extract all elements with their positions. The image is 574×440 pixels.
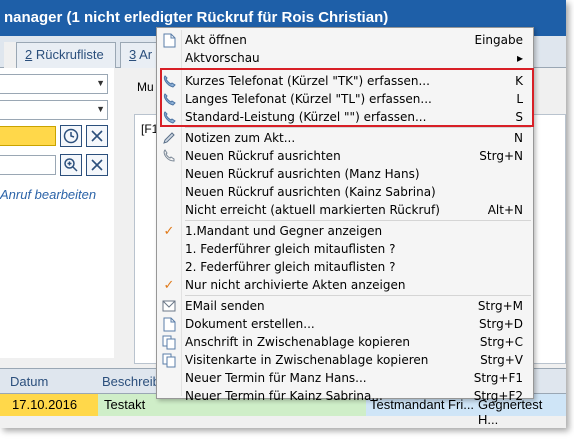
tab-rueckrufliste[interactable]: 2 Rückrufliste	[16, 42, 116, 68]
column-datum[interactable]: Datum	[10, 374, 48, 389]
menu-item-federfuehrer-2[interactable]: 2. Federführer gleich mitauflisten ?	[159, 258, 531, 276]
menu-item-neuen-rueckruf[interactable]: Neuen Rückruf ausrichten Strg+N	[159, 147, 531, 165]
menu-item-akt-oeffnen[interactable]: Akt öffnen Eingabe	[159, 31, 531, 49]
clear-button[interactable]	[86, 125, 108, 147]
menu-item-federfuehrer-1[interactable]: 1. Federführer gleich mitauflisten ?	[159, 240, 531, 258]
pencil-icon	[161, 130, 177, 146]
checkmark-icon: ✓	[163, 223, 175, 238]
dropdown-arrow-icon: ▼	[96, 104, 105, 114]
row-datum: 17.10.2016	[12, 397, 78, 412]
highlight-frame	[160, 68, 534, 127]
menu-separator	[185, 127, 531, 128]
yellow-input[interactable]	[0, 126, 56, 146]
menu-item-email[interactable]: EMail senden Strg+M	[159, 297, 531, 315]
dropdown-arrow-icon: ▼	[96, 78, 105, 88]
mu-label: Mu	[137, 80, 154, 94]
clear-search-button[interactable]	[86, 154, 108, 176]
combo-1[interactable]: ▼	[0, 74, 108, 94]
document-icon	[161, 32, 177, 48]
close-icon	[91, 159, 103, 171]
row-beschreibung: Testakt	[104, 397, 146, 412]
menu-separator	[185, 220, 531, 221]
menu-item-rueckruf-manz[interactable]: Neuen Rückruf ausrichten (Manz Hans)	[159, 165, 531, 183]
menu-item-mandant-gegner[interactable]: ✓ 1.Mandant und Gegner anzeigen	[159, 222, 531, 240]
document-icon	[161, 316, 177, 332]
menu-item-dokument[interactable]: Dokument erstellen... Strg+D	[159, 315, 531, 333]
zoom-button[interactable]	[60, 154, 82, 176]
combo-2[interactable]: ▼	[0, 100, 108, 120]
clock-button[interactable]	[60, 125, 82, 147]
copy-icon	[161, 334, 177, 350]
mail-icon	[161, 298, 177, 314]
copy-icon	[161, 352, 177, 368]
menu-item-nicht-archiviert[interactable]: ✓ Nur nicht archivierte Akten anzeigen	[159, 276, 531, 294]
left-panel: ▼ ▼	[0, 68, 114, 358]
menu-item-aktvorschau[interactable]: Aktvorschau ▸	[159, 49, 531, 67]
magnifier-icon	[64, 158, 78, 172]
anruf-bearbeiten-link[interactable]: Anruf bearbeiten	[0, 187, 96, 202]
checkmark-icon: ✓	[163, 277, 175, 292]
menu-item-visitenkarte-kopieren[interactable]: Visitenkarte in Zwischenablage kopieren …	[159, 351, 531, 369]
menu-item-nicht-erreicht[interactable]: Nicht erreicht (aktuell markierten Rückr…	[159, 201, 531, 219]
menu-separator	[185, 295, 531, 296]
menu-item-termin-manz[interactable]: Neuer Termin für Manz Hans... Strg+F1	[159, 369, 531, 387]
menu-item-rueckruf-kainz[interactable]: Neuen Rückruf ausrichten (Kainz Sabrina)	[159, 183, 531, 201]
menu-item-termin-kainz[interactable]: Neuer Termin für Kainz Sabrina... Strg+F…	[159, 387, 531, 403]
menu-item-notizen[interactable]: Notizen zum Akt... N	[159, 129, 531, 147]
clock-icon	[63, 128, 79, 144]
row-mandant: Testmandant Fri...	[370, 397, 475, 412]
handset-icon	[161, 148, 177, 164]
column-beschreibung[interactable]: Beschreib	[102, 374, 160, 389]
close-icon	[91, 130, 103, 142]
menu-item-anschrift-kopieren[interactable]: Anschrift in Zwischenablage kopieren Str…	[159, 333, 531, 351]
submenu-arrow-icon: ▸	[516, 51, 523, 65]
search-input[interactable]	[0, 155, 56, 175]
